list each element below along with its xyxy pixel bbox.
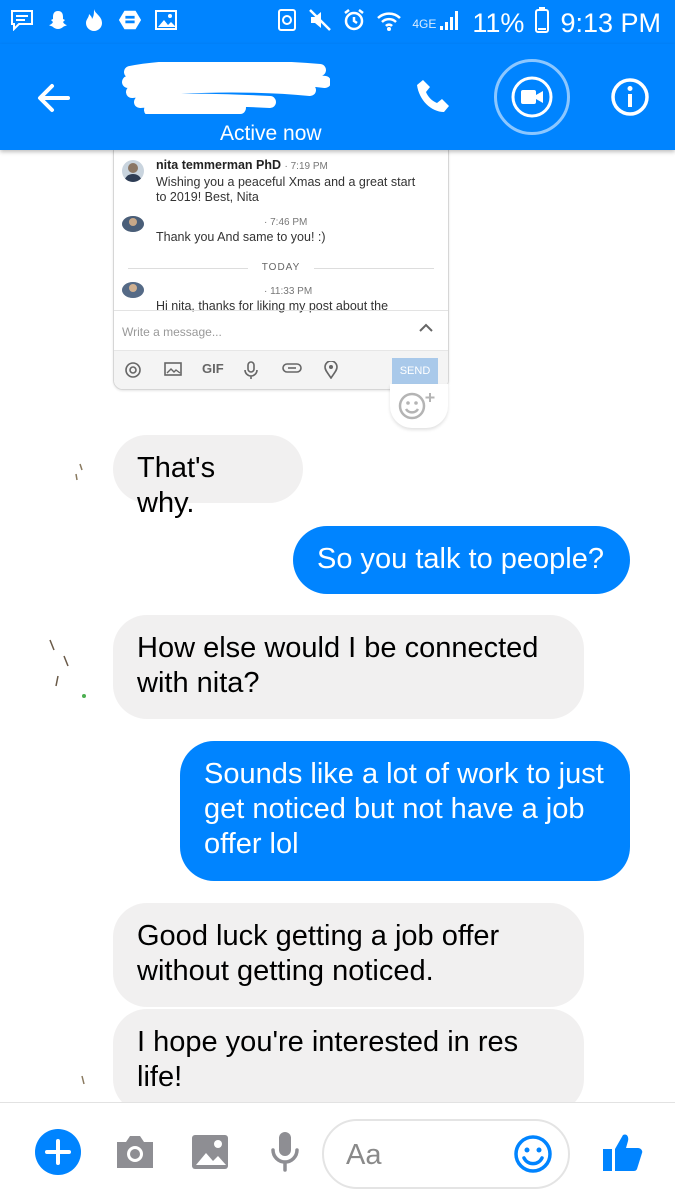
message-text: So you talk to people? [317,543,604,575]
attachment-icon [282,361,302,378]
at-icon [124,361,142,382]
battery-percent: 11% [472,8,525,38]
fire-icon [82,8,106,32]
message-text: Wishing you a peaceful Xmas and a great … [156,175,416,189]
message-placeholder: Aa [346,1139,382,1171]
avatar [20,612,94,706]
incoming-message[interactable]: How else would I be connected with nita? [113,615,584,719]
network-type-label: 4GE [412,16,437,31]
status-bar: 4GE 11% 9:13 PM [0,0,675,44]
message-icon [10,8,34,32]
emoji-icon [514,1135,552,1173]
write-placeholder: Write a message... [122,325,222,339]
sender-name: nita temmerman PhD [156,158,282,172]
microphone-icon [244,361,258,382]
message-text: How else would I be connected with nita? [137,632,539,699]
message-text: Good luck getting a job offer without ge… [137,920,500,987]
image-icon [192,1135,228,1169]
outgoing-message[interactable]: So you talk to people? [293,526,630,594]
send-button: SEND [392,358,438,384]
wifi-icon [376,8,402,39]
emoji-button[interactable] [510,1131,556,1182]
camera-icon [117,1136,153,1168]
more-actions-button[interactable] [33,1127,83,1177]
camera-button[interactable] [110,1127,160,1177]
timestamp: · 7:46 PM [264,217,308,228]
location-icon [324,360,338,382]
voice-message-button[interactable] [260,1127,310,1177]
contact-status: Active now [220,122,322,145]
incoming-message[interactable]: I hope you're interested in res life! [113,1009,584,1102]
add-reaction-icon [398,392,435,420]
thumbs-up-icon [603,1134,643,1171]
message-text: to 2019! Best, Nita [156,190,259,204]
phone-icon [417,80,449,112]
shared-image-message[interactable]: nita temmerman PhD · 7:19 PM Wishing you… [113,150,449,390]
image-icon [164,361,182,380]
redacted-contact-name [122,62,330,114]
conversation-header: Active now [0,44,675,150]
alarm-icon [342,8,366,39]
message-input[interactable]: Aa [322,1119,570,1189]
clock: 9:13 PM [560,8,661,38]
avatar [122,282,144,298]
like-button[interactable] [598,1127,648,1177]
recycle-icon [276,8,298,39]
plus-icon [35,1129,81,1175]
voice-call-button[interactable] [404,67,464,127]
snapchat-icon [46,8,70,32]
write-message-field: Write a message... [114,310,448,348]
gallery-button[interactable] [185,1127,235,1177]
rewards-icon [118,8,142,32]
info-button[interactable] [600,67,660,127]
contact-title[interactable]: Active now [120,62,340,145]
avatar [122,216,144,232]
message-text: That's why. [137,452,216,519]
info-icon [611,78,649,116]
message-text: Thank you And same to you! :) [156,230,326,244]
gallery-icon [154,8,178,32]
battery-icon [534,6,550,41]
signal-icon [438,8,462,39]
gif-label: GIF [202,361,224,376]
mute-icon [308,8,332,39]
video-camera-icon [511,76,553,118]
composer-bar: Aa [0,1102,675,1200]
timestamp: · 7:19 PM [284,161,328,172]
video-call-button[interactable] [494,59,570,135]
message-thread[interactable]: nita temmerman PhD · 7:19 PM Wishing you… [0,150,675,1102]
back-button[interactable] [30,74,78,122]
avatar [122,160,144,182]
back-arrow-icon [38,84,70,112]
message-text: I hope you're interested in res life! [137,1026,519,1093]
date-divider: TODAY [114,262,448,273]
avatar [20,430,93,526]
timestamp: · 11:33 PM [264,286,313,297]
microphone-icon [271,1132,299,1172]
incoming-message[interactable]: Good luck getting a job offer without ge… [113,903,584,1007]
react-button[interactable] [390,384,448,428]
avatar [17,1036,90,1102]
message-text: Sounds like a lot of work to just get no… [204,758,604,860]
incoming-message[interactable]: That's why. [113,435,303,519]
chevron-up-icon [418,321,434,336]
outgoing-message[interactable]: Sounds like a lot of work to just get no… [180,741,630,881]
